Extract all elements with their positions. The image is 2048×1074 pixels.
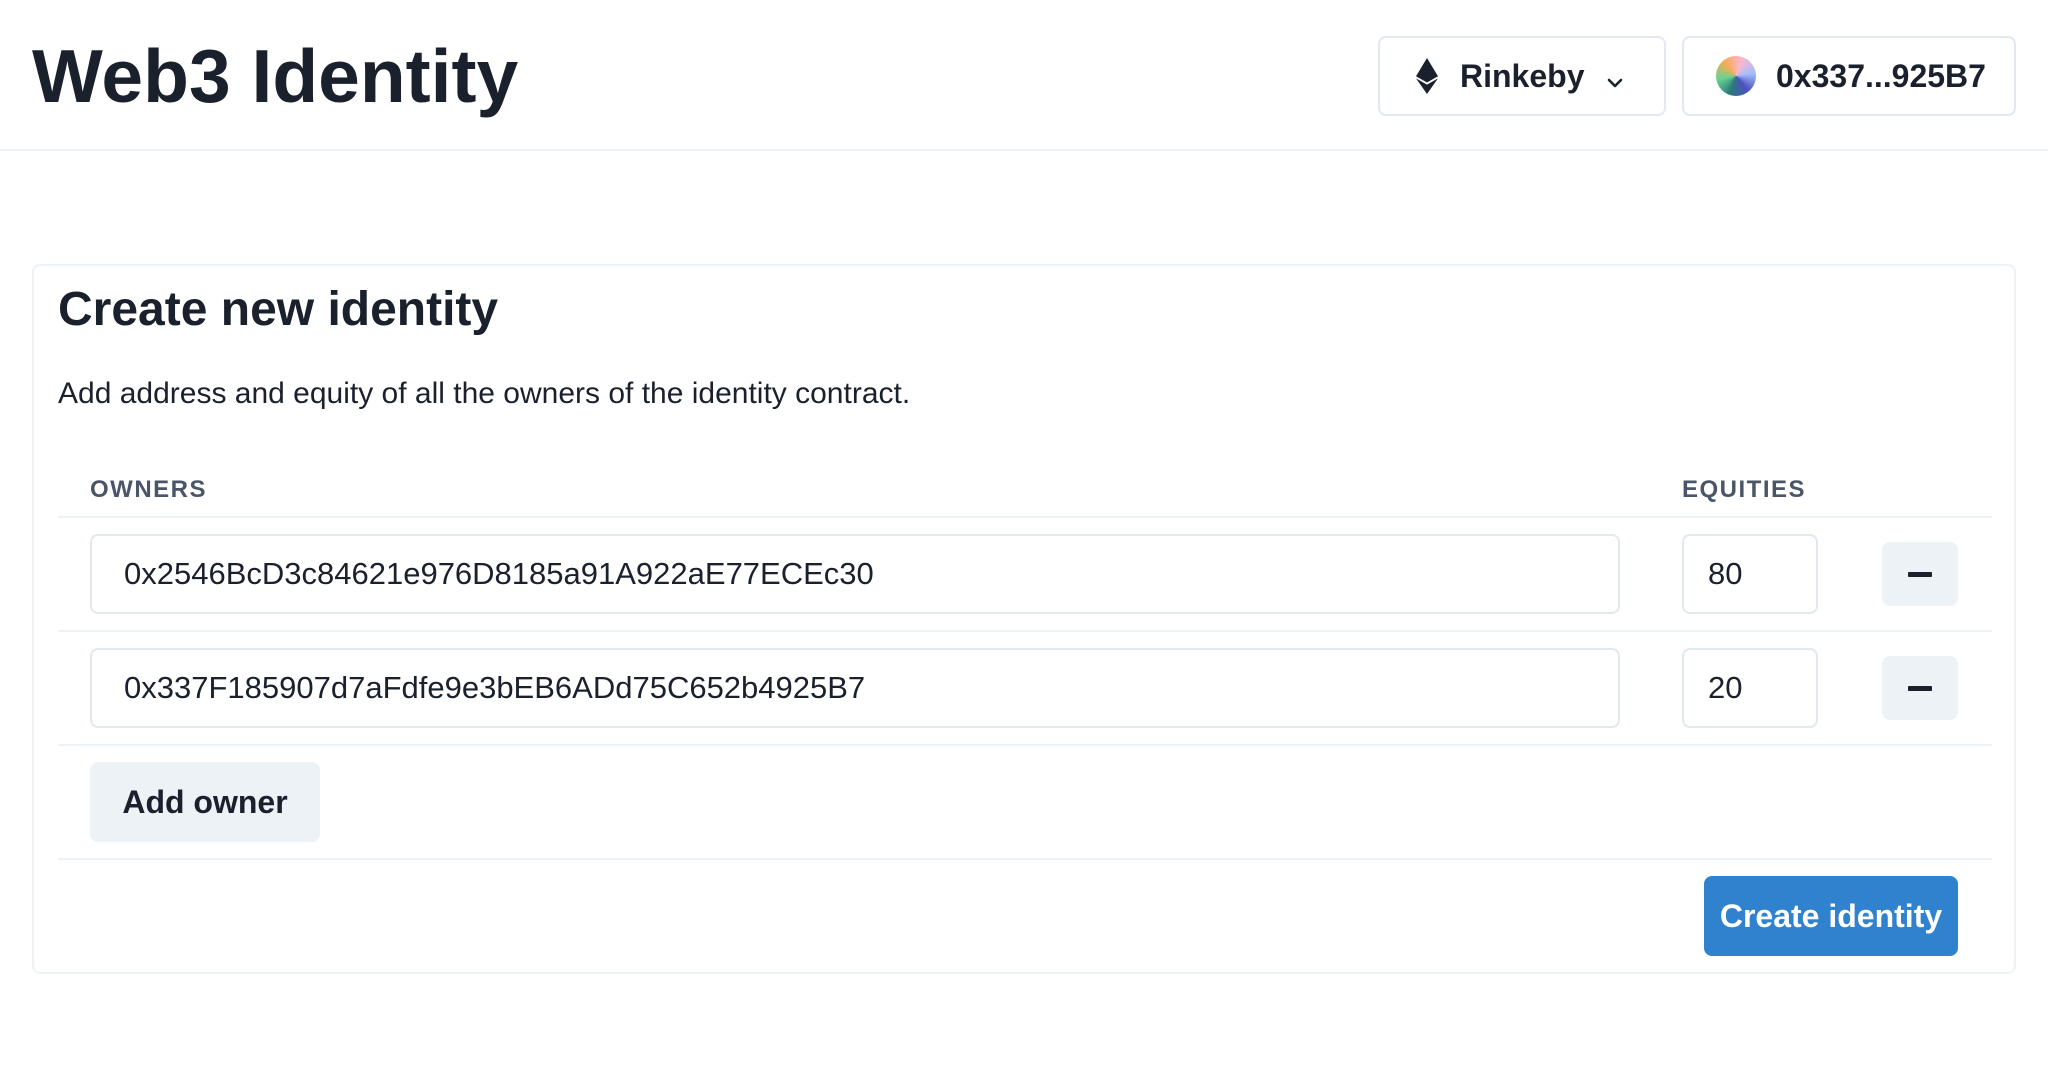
equity-input[interactable] — [1682, 534, 1818, 614]
avatar — [1716, 56, 1756, 96]
network-label: Rinkeby — [1460, 57, 1585, 94]
table-divider — [58, 744, 1992, 746]
create-identity-card: Create new identity Add address and equi… — [32, 264, 2016, 974]
network-selector-button[interactable]: Rinkeby — [1378, 36, 1666, 116]
app-header: Web3 Identity Rinkeby 0x337...925B7 — [0, 0, 2048, 151]
table-divider — [58, 516, 1992, 518]
remove-owner-button[interactable] — [1882, 656, 1958, 720]
chevron-down-icon — [1604, 65, 1626, 88]
minus-icon — [1908, 685, 1932, 691]
ethereum-icon — [1416, 58, 1438, 94]
owner-address-input[interactable] — [90, 648, 1620, 728]
table-divider — [58, 858, 1992, 860]
equities-column-header: EQUITIES — [1682, 476, 1807, 503]
create-identity-button[interactable]: Create identity — [1704, 876, 1958, 956]
remove-owner-button[interactable] — [1882, 542, 1958, 606]
card-title: Create new identity — [58, 283, 499, 336]
owners-column-header: OWNERS — [90, 476, 207, 503]
account-button[interactable]: 0x337...925B7 — [1682, 36, 2016, 116]
owner-address-input[interactable] — [90, 534, 1620, 614]
equity-input[interactable] — [1682, 648, 1818, 728]
table-divider — [58, 630, 1992, 632]
card-description: Add address and equity of all the owners… — [58, 377, 911, 410]
minus-icon — [1908, 571, 1932, 577]
account-address: 0x337...925B7 — [1776, 57, 1986, 94]
app-title: Web3 Identity — [32, 34, 519, 118]
add-owner-button[interactable]: Add owner — [90, 762, 320, 842]
